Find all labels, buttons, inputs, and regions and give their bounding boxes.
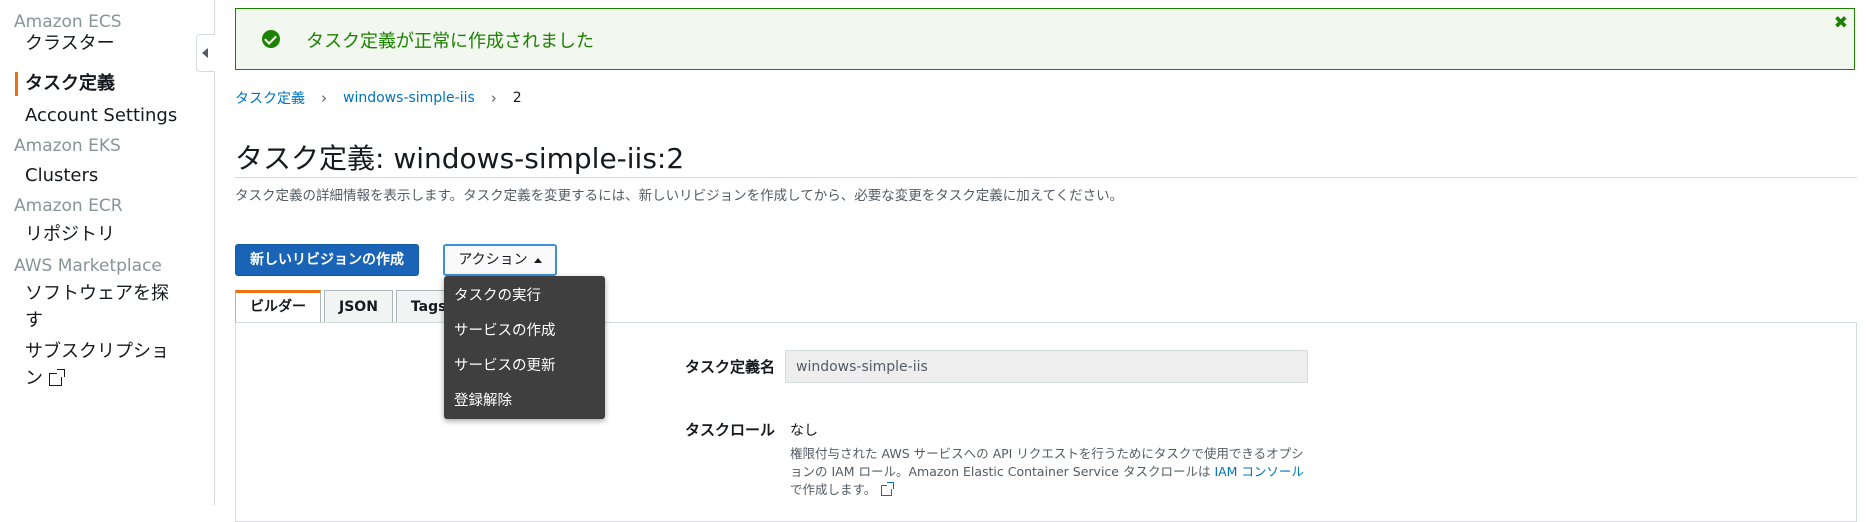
sidebar-item-subscriptions-label: サブスクリプション <box>25 341 169 389</box>
task-def-name-input: windows-simple-iis <box>785 350 1308 383</box>
tab-builder[interactable]: ビルダー <box>235 290 321 324</box>
page-title: タスク定義: windows-simple-iis:2 <box>235 142 685 175</box>
sidebar-active-indicator <box>15 72 18 96</box>
check-circle-icon <box>262 30 280 48</box>
menu-item-update-service[interactable]: サービスの更新 <box>454 354 556 375</box>
tab-bar: ビルダー JSON Tags <box>235 290 464 324</box>
sidebar-item-account-settings[interactable]: Account Settings <box>25 102 185 129</box>
sidebar-item-clusters[interactable]: クラスター <box>25 30 185 57</box>
breadcrumb: タスク定義 › windows-simple-iis › 2 <box>235 88 522 108</box>
sidebar-item-eks-clusters[interactable]: Clusters <box>25 162 185 189</box>
task-role-help: 権限付与された AWS サービスへの API リクエストを行うためにタスクで使用… <box>790 445 1310 499</box>
sidebar-section-marketplace: AWS Marketplace <box>14 256 162 276</box>
actions-button-label: アクション <box>458 252 528 268</box>
sidebar-item-discover-software[interactable]: ソフトウェアを探す <box>25 280 175 334</box>
collapse-sidebar-button[interactable] <box>196 34 215 72</box>
breadcrumb-separator: › <box>321 89 327 107</box>
breadcrumb-task-definitions[interactable]: タスク定義 <box>235 88 305 108</box>
sidebar-item-subscriptions[interactable]: サブスクリプション <box>25 338 175 392</box>
caret-up-icon <box>533 257 542 263</box>
external-link-icon <box>49 368 65 386</box>
sidebar-section-eks: Amazon EKS <box>14 136 121 156</box>
sidebar-item-repositories[interactable]: リポジトリ <box>25 221 185 248</box>
success-flash: タスク定義が正常に作成されました ✖ <box>235 8 1855 70</box>
task-role-label: タスクロール <box>685 421 776 439</box>
task-role-value: なし <box>790 423 818 439</box>
title-divider <box>235 177 1857 178</box>
menu-item-create-service[interactable]: サービスの作成 <box>454 319 556 340</box>
sidebar-section-ecr: Amazon ECR <box>14 196 123 216</box>
menu-item-run-task[interactable]: タスクの実行 <box>454 284 541 305</box>
tab-json[interactable]: JSON <box>324 290 393 322</box>
chevron-left-icon <box>202 48 208 58</box>
help-text-end: で作成します。 <box>790 482 877 497</box>
menu-item-deregister[interactable]: 登録解除 <box>454 389 512 410</box>
task-def-name-label: タスク定義名 <box>685 358 776 376</box>
flash-message: タスク定義が正常に作成されました <box>306 31 594 52</box>
create-revision-button[interactable]: 新しいリビジョンの作成 <box>235 244 419 276</box>
iam-console-link[interactable]: IAM コンソール <box>1214 464 1304 479</box>
close-icon[interactable]: ✖ <box>1834 13 1848 33</box>
breadcrumb-family[interactable]: windows-simple-iis <box>343 90 475 106</box>
page-description: タスク定義の詳細情報を表示します。タスク定義を変更するには、新しいリビジョンを作… <box>235 188 1124 204</box>
breadcrumb-separator: › <box>490 89 497 107</box>
sidebar-section-ecs: Amazon ECS <box>14 12 122 32</box>
sidebar-item-task-definitions[interactable]: タスク定義 <box>25 70 185 97</box>
actions-menu: タスクの実行 サービスの作成 サービスの更新 登録解除 <box>444 276 605 419</box>
external-link-icon[interactable] <box>881 482 895 496</box>
breadcrumb-revision: 2 <box>512 90 522 106</box>
sidebar: Amazon ECS クラスター タスク定義 Account Settings … <box>0 0 215 505</box>
actions-button[interactable]: アクション <box>443 244 557 276</box>
